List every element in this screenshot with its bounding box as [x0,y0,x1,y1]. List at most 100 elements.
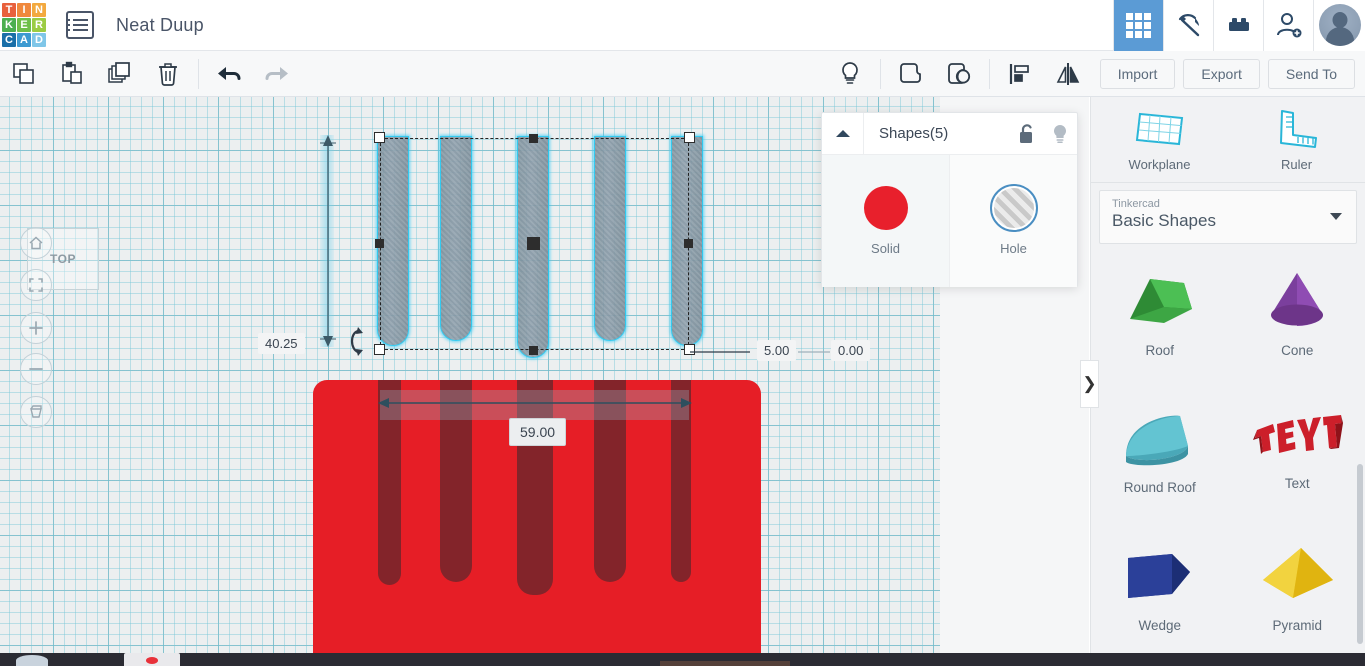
add-user-icon[interactable] [1263,0,1313,51]
logo-tile-1: I [17,3,31,17]
shape-row-2: Round Roof Text [1091,376,1365,516]
resize-handle-bl[interactable] [374,344,385,355]
library-select-wrap: Tinkercad Basic Shapes [1091,183,1365,252]
ungroup-icon[interactable] [935,51,983,97]
shape-round-roof[interactable]: Round Roof [1091,376,1229,516]
import-button[interactable]: Import [1099,58,1176,89]
zero-dimension-label[interactable]: 0.00 [831,340,871,361]
resize-handle-center[interactable] [527,237,540,250]
lego-brick-icon[interactable] [1213,0,1263,51]
main-toolbar: Import Export Send To [0,51,1365,97]
zoom-in-button[interactable] [20,312,52,344]
pyramid-3d-icon [1263,547,1334,598]
offset-dimension-label[interactable]: 5.00 [757,340,797,361]
duplicate-icon[interactable] [96,51,144,97]
hole-slot-4[interactable] [594,136,626,341]
taskbar-item-right[interactable] [660,661,790,666]
tinkercad-app: T I N K E R C A D Neat Duup Import Expor… [0,0,1365,666]
shape-cone-label: Cone [1281,342,1314,358]
align-icon[interactable] [996,51,1044,97]
hole-color-circle [989,184,1038,232]
solid-color-circle [863,186,908,230]
page-title: Neat Duup [116,14,204,35]
height-dimension-label[interactable]: 40.25 [258,333,305,354]
shape-text[interactable]: Text [1229,376,1365,516]
shapes-popup-panel: Shapes(5) Solid Hole [821,112,1078,287]
workplane-tool[interactable]: Workplane [1091,97,1228,182]
shape-roof-label: Roof [1145,342,1175,358]
solid-swatch[interactable]: Solid [822,155,949,287]
top-right-icon-group [1113,0,1365,51]
os-taskbar [0,653,1365,666]
logo-tile-2: N [32,3,46,17]
mirror-flip-icon[interactable] [1044,51,1092,97]
shapes-light-bulb-icon[interactable] [1043,123,1077,145]
text-3d-icon [1253,414,1344,454]
rotate-handle-icon[interactable] [344,327,368,357]
solid-label: Solid [871,241,900,256]
shape-pyramid[interactable]: Pyramid [1229,516,1365,656]
height-dimension-arrow [320,135,336,347]
home-view-button[interactable] [20,227,52,259]
hole-label: Hole [1000,241,1027,256]
pickaxe-icon[interactable] [1163,0,1213,51]
tinkercad-logo[interactable]: T I N K E R C A D [2,3,46,47]
list-document-icon[interactable] [66,11,94,39]
shape-wedge[interactable]: Wedge [1091,516,1229,656]
user-avatar[interactable] [1313,0,1365,51]
hole-swatch[interactable]: Hole [949,155,1077,287]
shape-library-select[interactable]: Tinkercad Basic Shapes [1099,190,1357,244]
library-selected-label: Basic Shapes [1112,211,1216,230]
redo-icon[interactable] [253,51,301,97]
cone-3d-icon [1271,272,1324,326]
logo-tile-4: E [17,18,31,32]
shapes-popup-body: Solid Hole [822,155,1077,287]
shape-library-scrollbar[interactable] [1357,464,1363,644]
unlock-icon[interactable] [1009,123,1043,145]
resize-handle-tc[interactable] [529,134,538,143]
shape-text-label: Text [1284,475,1310,491]
design-canvas[interactable]: TOP 40.25 5.00 0.00 59.00 Shapes(5) Soli… [0,97,1089,653]
workplane-icon [1135,112,1183,145]
panel-collapse-chevron-icon[interactable]: ❯ [1080,360,1099,408]
fit-to-view-button[interactable] [20,269,52,301]
perspective-toggle-button[interactable] [20,396,52,428]
view-cube-label: TOP [50,252,76,266]
toolbar-divider-2 [879,58,881,89]
shape-row-1: Roof Cone [1091,264,1365,376]
delete-trash-icon[interactable] [144,51,192,97]
library-group-label: Tinkercad [1112,198,1160,210]
chevron-down-icon [1330,213,1342,220]
light-bulb-icon[interactable] [826,51,874,97]
ruler-tool[interactable]: Ruler [1228,97,1365,182]
toolbar-right-group: Import Export Send To [826,51,1365,97]
paste-icon[interactable] [48,51,96,97]
wedge-3d-icon [1127,553,1190,598]
grid-apps-icon[interactable] [1113,0,1163,51]
workplane-label: Workplane [1128,156,1191,172]
resize-handle-tr[interactable] [684,132,695,143]
taskbar-item-active[interactable] [124,653,180,666]
zoom-out-button[interactable] [20,353,52,385]
logo-tile-0: T [2,3,16,17]
resize-handle-rc[interactable] [684,239,693,248]
shape-roof[interactable]: Roof [1091,264,1229,376]
resize-handle-lc[interactable] [375,239,384,248]
copy-icon[interactable] [0,51,48,97]
export-button[interactable]: Export [1183,58,1260,89]
hole-slot-2[interactable] [440,136,472,341]
width-dimension-label[interactable]: 59.00 [509,418,567,446]
taskbar-item-left[interactable] [16,655,48,666]
shapes-popup-header: Shapes(5) [822,112,1077,155]
send-to-button[interactable]: Send To [1267,58,1355,89]
undo-icon[interactable] [205,51,253,97]
resize-handle-tl[interactable] [374,132,385,143]
resize-handle-bc[interactable] [529,346,538,355]
group-icon[interactable] [887,51,935,97]
shape-cone[interactable]: Cone [1229,264,1365,376]
shapes-popup-title: Shapes(5) [879,125,949,142]
logo-tile-7: A [17,33,31,47]
caret-up-icon[interactable] [822,112,864,155]
shape-wedge-label: Wedge [1138,617,1182,633]
toolbar-divider-3 [988,58,990,89]
